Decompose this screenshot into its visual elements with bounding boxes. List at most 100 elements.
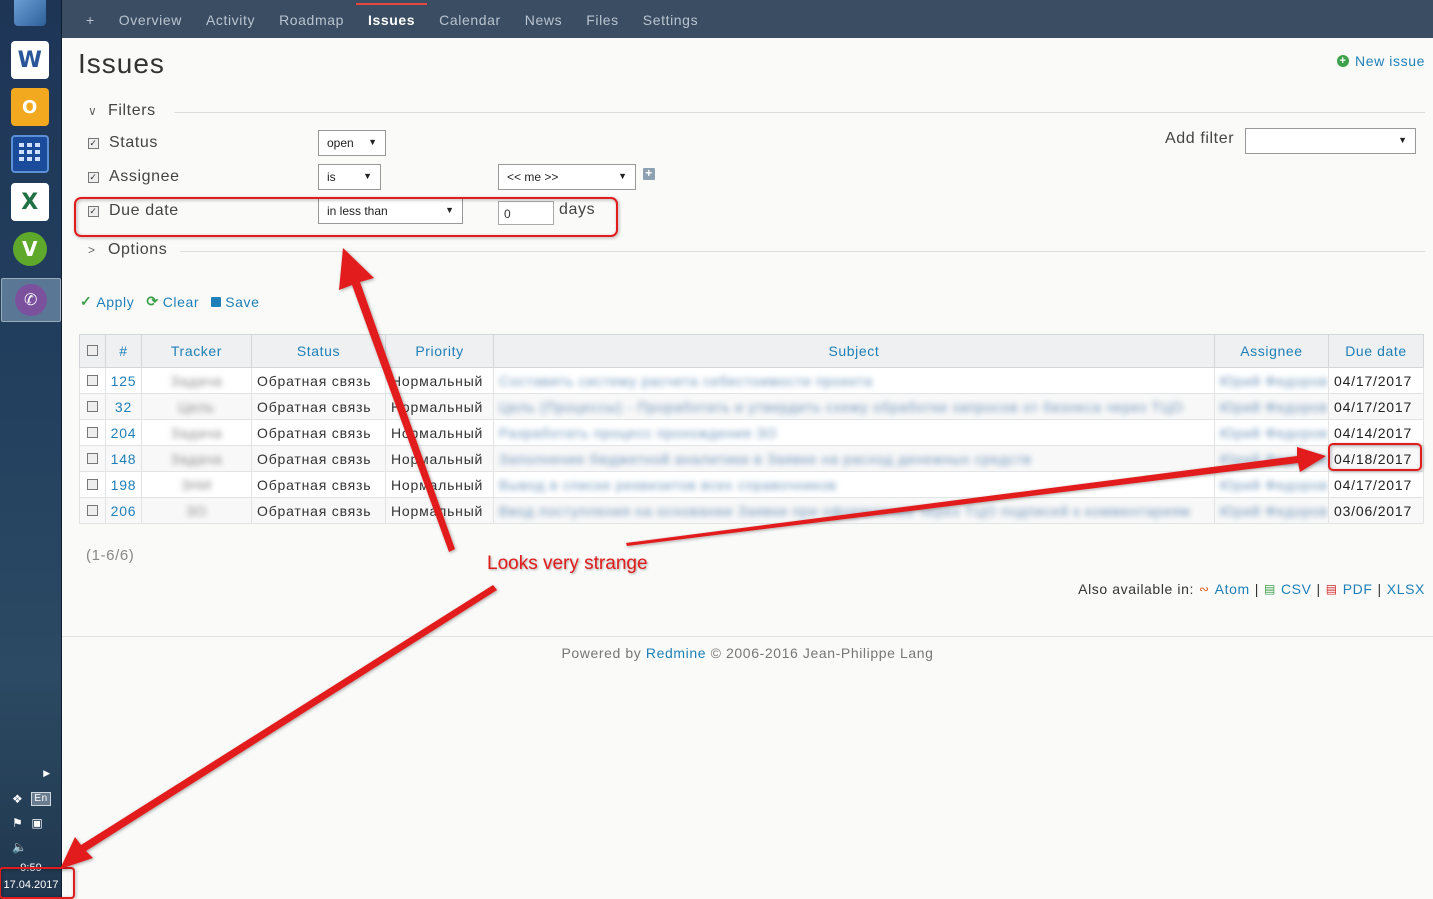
word-icon[interactable]: W	[11, 41, 49, 79]
table-row[interactable]: 148 Задача Обратная связь Нормальный Зап…	[79, 445, 1424, 472]
assignee-value: << me >>	[507, 170, 559, 184]
issue-id-link[interactable]: 148	[105, 445, 142, 472]
subject-link[interactable]: Ввод поступления на основании Заявки при…	[499, 503, 1190, 519]
filters-toggle[interactable]: ∨ Filters	[88, 102, 156, 120]
tab-overview[interactable]: Overview	[107, 0, 194, 38]
row-checkbox[interactable]	[87, 426, 98, 438]
subject-link[interactable]: Цель (Процессы) - Проработать и утвердит…	[499, 399, 1183, 415]
status-operator-select[interactable]: open ▼	[318, 130, 386, 156]
issue-id-link[interactable]: 206	[105, 497, 142, 524]
select-all-checkbox[interactable]	[87, 345, 98, 356]
row-checkbox-cell[interactable]	[79, 367, 106, 394]
outlook-icon[interactable]: O	[11, 88, 49, 126]
apply-button[interactable]: ✓ Apply	[80, 293, 134, 310]
column-header-tracker[interactable]: Tracker	[141, 334, 252, 368]
clock-date[interactable]: 17.04.2017	[0, 879, 62, 891]
priority-cell: Нормальный	[385, 419, 494, 446]
row-checkbox-cell[interactable]	[79, 419, 106, 446]
new-issue-link[interactable]: + New issue	[1337, 53, 1425, 69]
assignee-value-select[interactable]: << me >> ▼	[498, 164, 636, 190]
dropbox-icon[interactable]: ❖	[12, 792, 23, 806]
atom-link[interactable]: Atom	[1215, 581, 1250, 597]
filter-row-assignee: ✓ Assignee	[88, 168, 180, 186]
toggle-multiselect-icon[interactable]: +	[643, 167, 655, 180]
table-row[interactable]: 204 Задача Обратная связь Нормальный Раз…	[79, 419, 1424, 446]
save-button[interactable]: Save	[211, 293, 259, 310]
assignee-link[interactable]: Юрий Федоров	[1220, 399, 1328, 415]
assignee-link[interactable]: Юрий Федоров	[1220, 477, 1328, 493]
column-header-id[interactable]: #	[105, 334, 142, 368]
column-header-priority[interactable]: Priority	[385, 334, 494, 368]
table-row[interactable]: 206 ЗО Обратная связь Нормальный Ввод по…	[79, 497, 1424, 524]
row-checkbox-cell[interactable]	[79, 445, 106, 472]
add-filter-label: Add filter	[1165, 130, 1235, 147]
xlsx-link[interactable]: XLSX	[1387, 581, 1425, 597]
assignee-link[interactable]: Юрий Федоров	[1220, 503, 1328, 519]
column-header-due-date[interactable]: Due date	[1328, 334, 1424, 368]
row-checkbox[interactable]	[87, 504, 98, 516]
add-filter-select[interactable]: ▼	[1245, 128, 1416, 154]
row-checkbox[interactable]	[87, 478, 98, 490]
menu-new-plus[interactable]: +	[74, 0, 107, 38]
table-row[interactable]: 125 Задача Обратная связь Нормальный Сос…	[79, 367, 1424, 394]
row-checkbox[interactable]	[87, 374, 98, 386]
excel-icon[interactable]: X	[11, 183, 49, 221]
status-checkbox[interactable]: ✓	[88, 137, 99, 149]
tab-news[interactable]: News	[513, 0, 574, 38]
clock-time[interactable]: 9:59	[0, 862, 62, 874]
tab-settings[interactable]: Settings	[631, 0, 710, 38]
subject-link[interactable]: Вывод в списке реквизитов всех справочни…	[499, 477, 837, 493]
row-checkbox-cell[interactable]	[79, 471, 106, 498]
assignee-link[interactable]: Юрий Федоров	[1220, 425, 1328, 441]
network-icon[interactable]: ▣	[31, 816, 43, 830]
separator: |	[1316, 581, 1321, 597]
dropdown-arrow-icon: ▼	[618, 171, 627, 181]
new-issue-label: New issue	[1355, 53, 1425, 69]
status-operator-value: open	[327, 136, 354, 150]
tab-roadmap[interactable]: Roadmap	[267, 0, 356, 38]
tab-files[interactable]: Files	[574, 0, 631, 38]
issue-id-link[interactable]: 32	[105, 393, 142, 420]
due-date-operator-select[interactable]: in less than ▼	[318, 198, 463, 224]
issue-id-link[interactable]: 204	[105, 419, 142, 446]
redmine-link[interactable]: Redmine	[646, 645, 706, 661]
clear-button[interactable]: ⟳ Clear	[146, 293, 199, 310]
csv-link[interactable]: CSV	[1281, 581, 1312, 597]
row-checkbox[interactable]	[87, 452, 98, 464]
v-app-icon[interactable]: V	[13, 232, 47, 266]
viber-icon[interactable]: ✆	[1, 278, 61, 322]
row-checkbox-cell[interactable]	[79, 393, 106, 420]
table-row[interactable]: 32 Цель Обратная связь Нормальный Цель (…	[79, 393, 1424, 420]
issue-id-link[interactable]: 125	[105, 367, 142, 394]
computer-icon[interactable]	[14, 0, 46, 26]
flag-icon[interactable]: ⚑	[12, 816, 23, 830]
subject-link[interactable]: Разработать процесс прохождения ЗО	[499, 425, 777, 441]
due-date-days-input[interactable]: 0	[498, 201, 554, 225]
calculator-icon[interactable]	[11, 135, 49, 173]
column-header-assignee[interactable]: Assignee	[1213, 334, 1330, 368]
tab-activity[interactable]: Activity	[194, 0, 267, 38]
pdf-link[interactable]: PDF	[1343, 581, 1373, 597]
table-row[interactable]: 198 ЗНИ Обратная связь Нормальный Вывод …	[79, 471, 1424, 498]
tab-calendar[interactable]: Calendar	[427, 0, 513, 38]
volume-icon[interactable]: 🔈	[12, 840, 28, 854]
column-header-status[interactable]: Status	[251, 334, 386, 368]
due-date-checkbox[interactable]: ✓	[88, 205, 99, 217]
footer-prefix: Powered by	[561, 645, 642, 661]
assignee-checkbox[interactable]: ✓	[88, 171, 99, 183]
options-toggle[interactable]: > Options	[88, 241, 167, 259]
issue-id-link[interactable]: 198	[105, 471, 142, 498]
checkmark-icon: ✓	[80, 293, 93, 309]
language-indicator[interactable]: En	[31, 792, 51, 806]
row-checkbox-cell[interactable]	[79, 497, 106, 524]
assignee-link[interactable]: Юрий Федоров	[1220, 373, 1328, 389]
subject-link[interactable]: Заполнение бюджетной аналитики в Заявке …	[499, 451, 1032, 467]
tab-issues[interactable]: Issues	[355, 0, 428, 38]
select-all-checkbox-cell[interactable]	[79, 334, 106, 368]
assignee-operator-select[interactable]: is ▼	[318, 164, 381, 190]
assignee-link[interactable]: Юрий Федоров	[1220, 451, 1328, 467]
column-header-subject[interactable]: Subject	[493, 334, 1215, 368]
tray-expand-icon[interactable]: ▶	[42, 768, 52, 779]
row-checkbox[interactable]	[87, 400, 98, 412]
subject-link[interactable]: Составить систему расчета себестоимости …	[499, 373, 873, 389]
